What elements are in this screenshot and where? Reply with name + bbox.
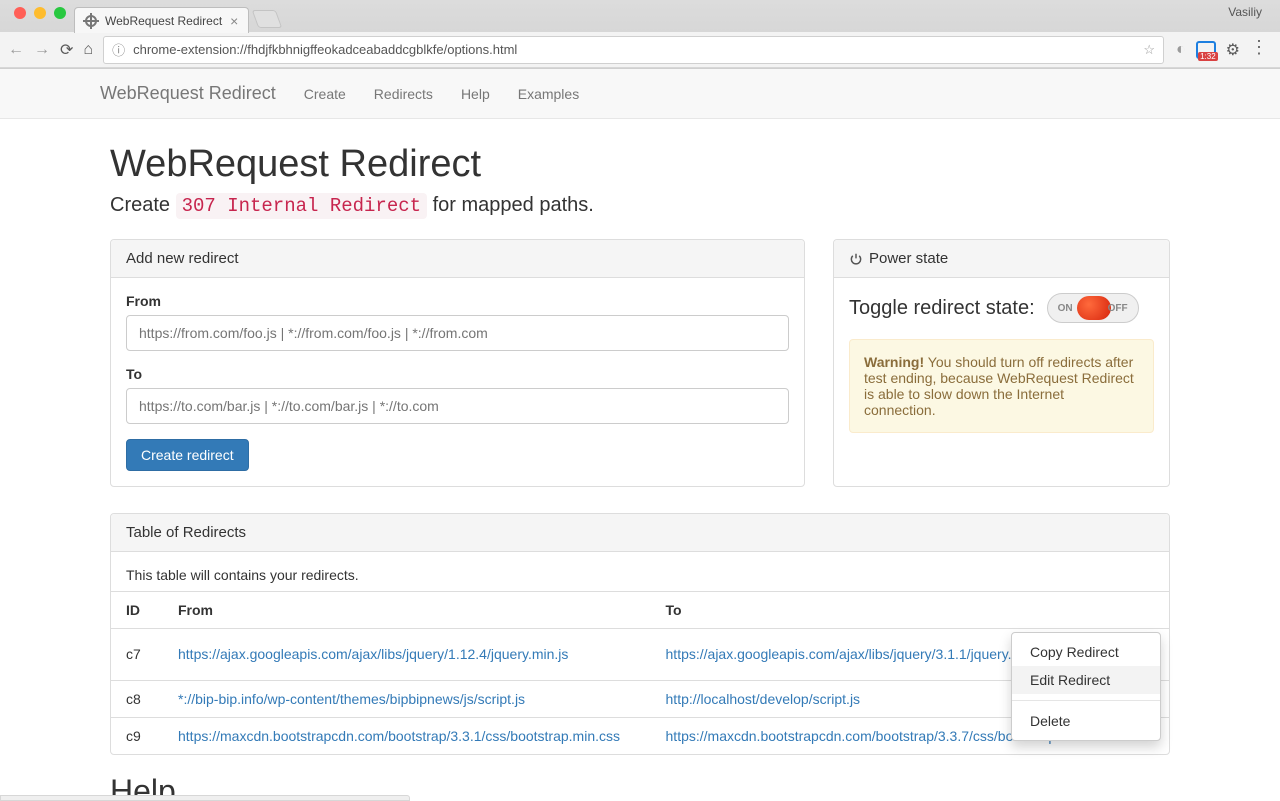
extensions-area: ◐ ⚙ ⋮ — [1174, 39, 1272, 60]
add-redirect-panel: Add new redirect From To Create redirect — [110, 239, 805, 487]
nav-item-help[interactable]: Help — [461, 86, 490, 102]
redirect-toggle[interactable]: ON OFF — [1047, 293, 1139, 323]
dropdown-item[interactable]: Delete — [1012, 707, 1160, 735]
extension-gear-icon — [85, 15, 97, 27]
warning-alert: Warning! You should turn off redirects a… — [849, 339, 1154, 433]
lead-prefix: Create — [110, 194, 176, 216]
power-state-heading: Power state — [834, 240, 1169, 278]
page-title: WebRequest Redirect — [110, 143, 1170, 186]
browser-toolbar: ← → ⟳ ⌂ ⓘ chrome-extension://fhdjfkbhnig… — [0, 32, 1280, 68]
redirects-table-description: This table will contains your redirects. — [126, 567, 1154, 583]
lead-suffix: for mapped paths. — [427, 194, 594, 216]
site-info-icon[interactable]: ⓘ — [112, 40, 125, 59]
nav-home-icon[interactable]: ⌂ — [83, 41, 93, 59]
address-bar[interactable]: ⓘ chrome-extension://fhdjfkbhnigffeokadc… — [103, 36, 1164, 64]
warning-strong: Warning! — [864, 354, 924, 370]
redirects-table-panel: Table of Redirects This table will conta… — [110, 513, 1170, 755]
tab-title: WebRequest Redirect — [105, 14, 222, 28]
from-label: From — [126, 293, 789, 309]
nav-reload-icon[interactable]: ⟳ — [60, 40, 73, 60]
page-viewport: WebRequest Redirect Create Redirects Hel… — [0, 69, 1280, 801]
from-input[interactable] — [126, 315, 789, 351]
cell-id: c7 — [111, 629, 163, 681]
toggle-on-text: ON — [1058, 303, 1073, 314]
redirects-table-heading: Table of Redirects — [111, 514, 1169, 552]
app-navbar: WebRequest Redirect Create Redirects Hel… — [0, 69, 1280, 119]
nav-back-icon[interactable]: ← — [8, 41, 24, 59]
add-redirect-heading: Add new redirect — [111, 240, 804, 278]
nav-forward-icon: → — [34, 41, 50, 59]
create-redirect-button[interactable]: Create redirect — [126, 439, 249, 471]
browser-menu-icon[interactable]: ⋮ — [1250, 37, 1270, 58]
page-lead: Create 307 Internal Redirect for mapped … — [110, 194, 1170, 217]
nav-item-create[interactable]: Create — [304, 86, 346, 102]
cell-from: https://maxcdn.bootstrapcdn.com/bootstra… — [163, 717, 651, 754]
window-zoom-icon[interactable] — [54, 7, 66, 19]
bookmark-star-icon[interactable]: ☆ — [1143, 42, 1155, 58]
to-label: To — [126, 366, 789, 382]
power-state-heading-text: Power state — [869, 250, 948, 267]
to-input[interactable] — [126, 388, 789, 424]
window-close-icon[interactable] — [14, 7, 26, 19]
toggle-knob — [1077, 296, 1111, 320]
col-actions — [1085, 592, 1169, 629]
browser-chrome: WebRequest Redirect × Vasiliy ← → ⟳ ⌂ ⓘ … — [0, 0, 1280, 69]
new-tab-button[interactable] — [252, 10, 283, 28]
browser-tab[interactable]: WebRequest Redirect × — [74, 7, 249, 33]
status-bar — [0, 795, 410, 801]
col-id: ID — [111, 592, 163, 629]
lead-code: 307 Internal Redirect — [176, 193, 427, 219]
from-link[interactable]: https://ajax.googleapis.com/ajax/libs/jq… — [178, 646, 568, 662]
col-to: To — [651, 592, 1085, 629]
table-header-row: ID From To — [111, 592, 1169, 629]
col-from: From — [163, 592, 651, 629]
dropdown-item[interactable]: Edit Redirect — [1012, 666, 1160, 694]
to-link[interactable]: http://localhost/develop/script.js — [666, 691, 861, 707]
cell-from: *://bip-bip.info/wp-content/themes/bipbi… — [163, 680, 651, 717]
from-link[interactable]: *://bip-bip.info/wp-content/themes/bipbi… — [178, 691, 525, 707]
main-container: WebRequest Redirect Create 307 Internal … — [110, 119, 1170, 801]
row-dropdown-menu: Copy RedirectEdit Redirect Delete — [1011, 632, 1161, 741]
tab-close-icon[interactable]: × — [230, 13, 238, 29]
window-controls — [8, 0, 74, 32]
from-link[interactable]: https://maxcdn.bootstrapcdn.com/bootstra… — [178, 728, 620, 744]
power-icon — [849, 252, 863, 266]
address-url: chrome-extension://fhdjfkbhnigffeokadcea… — [133, 42, 517, 57]
to-link[interactable]: https://ajax.googleapis.com/ajax/libs/jq… — [666, 646, 1022, 662]
cell-from: https://ajax.googleapis.com/ajax/libs/jq… — [163, 629, 651, 681]
toggle-off-text: OFF — [1108, 303, 1128, 314]
cell-id: c8 — [111, 680, 163, 717]
window-minimize-icon[interactable] — [34, 7, 46, 19]
cell-id: c9 — [111, 717, 163, 754]
navbar-brand[interactable]: WebRequest Redirect — [100, 83, 276, 104]
nav-item-redirects[interactable]: Redirects — [374, 86, 433, 102]
power-state-panel: Power state Toggle redirect state: ON OF… — [833, 239, 1170, 487]
settings-gear-icon[interactable]: ⚙ — [1226, 40, 1240, 60]
dropdown-item[interactable]: Copy Redirect — [1012, 638, 1160, 666]
to-link[interactable]: https://maxcdn.bootstrapcdn.com/bootstra… — [666, 728, 1057, 744]
toggle-label: Toggle redirect state: — [849, 297, 1035, 320]
nav-item-examples[interactable]: Examples — [518, 86, 579, 102]
extension-grey-icon[interactable]: ◐ — [1176, 41, 1186, 59]
profile-label[interactable]: Vasiliy — [1228, 5, 1274, 27]
tab-strip: WebRequest Redirect × Vasiliy — [0, 0, 1280, 32]
extension-badge-icon[interactable] — [1196, 41, 1216, 59]
dropdown-divider — [1012, 700, 1160, 701]
